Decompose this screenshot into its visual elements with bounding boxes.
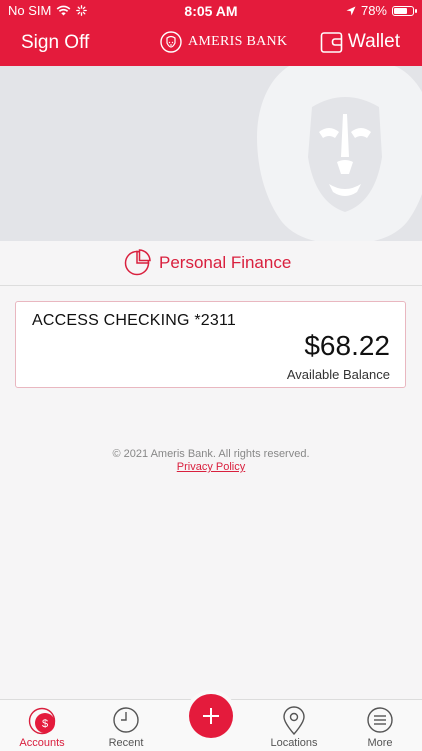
tab-locations-label: Locations (270, 737, 318, 749)
clock-icon (113, 707, 139, 733)
tab-more[interactable]: More (338, 700, 422, 751)
tab-more-label: More (367, 737, 393, 749)
wallet-icon (320, 32, 343, 53)
privacy-policy-link[interactable]: Privacy Policy (0, 461, 422, 473)
battery-percent: 78% (360, 3, 387, 18)
status-bar: No SIM 8:05 AM 78% (0, 0, 422, 22)
sign-off-button[interactable]: Sign Off (21, 32, 89, 54)
tab-locations[interactable]: Locations (252, 700, 336, 751)
wallet-button[interactable]: Wallet (320, 30, 400, 54)
account-card[interactable]: ACCESS CHECKING *2311 $68.22 Available B… (15, 301, 406, 388)
svg-text:$: $ (42, 718, 48, 730)
tab-recent-label: Recent (108, 737, 144, 749)
location-arrow-icon (346, 6, 356, 15)
balance-label: Available Balance (286, 367, 390, 382)
brand-logo: AMERIS BANK (160, 31, 287, 53)
add-action-button[interactable] (189, 694, 233, 738)
battery-fill (394, 7, 407, 14)
personal-finance-link[interactable]: Personal Finance (124, 249, 291, 276)
lion-logo-icon (160, 31, 182, 53)
accounts-dollar-icon: $ (28, 707, 56, 735)
tab-accounts-label: Accounts (19, 737, 65, 749)
pie-chart-icon (124, 249, 151, 276)
brand-name: AMERIS BANK (188, 34, 288, 49)
hero-banner (0, 66, 422, 241)
menu-icon (367, 707, 393, 733)
account-balance: $68.22 (304, 330, 390, 361)
status-right: 78% (346, 3, 417, 18)
battery-icon (392, 5, 417, 16)
tab-accounts[interactable]: $ Accounts (0, 700, 84, 751)
account-name: ACCESS CHECKING *2311 (32, 312, 236, 329)
personal-finance-label: Personal Finance (159, 252, 292, 272)
app-header: Sign Off AMERIS BANK Wallet (0, 22, 422, 66)
personal-finance-bar: Personal Finance (0, 241, 422, 286)
tab-recent[interactable]: Recent (84, 700, 168, 751)
copyright-text: © 2021 Ameris Bank. All rights reserved. (112, 448, 310, 460)
lion-watermark-icon (257, 66, 422, 241)
wallet-label: Wallet (347, 31, 400, 52)
plus-icon-vertical (210, 708, 212, 724)
map-pin-icon (283, 706, 305, 736)
